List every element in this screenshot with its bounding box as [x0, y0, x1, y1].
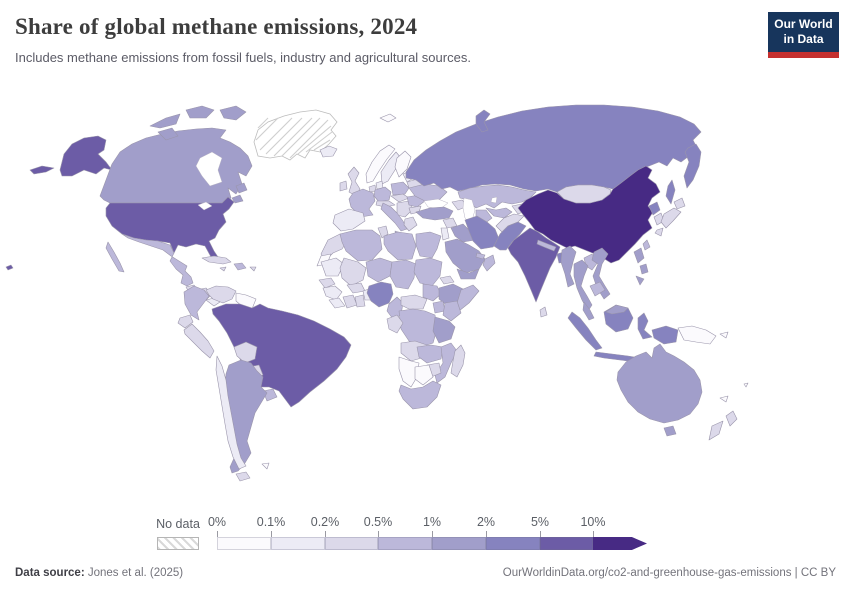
- legend-tick-label-0: 0%: [190, 515, 244, 529]
- no-data-swatch[interactable]: [157, 537, 199, 550]
- map-legend: No data 0% 0.1% 0.2% 0.5% 1% 2% 5% 10%: [0, 512, 850, 560]
- legend-tick-label-1: 0.1%: [244, 515, 298, 529]
- country-iran[interactable]: [465, 216, 499, 249]
- country-canada-arctic-2[interactable]: [186, 106, 214, 118]
- owid-logo-line1: Our World: [768, 17, 839, 32]
- country-colombia[interactable]: [184, 286, 209, 320]
- country-egypt[interactable]: [416, 232, 441, 258]
- country-tierra-del-fuego[interactable]: [236, 472, 250, 481]
- country-kamchatka-russia[interactable]: [684, 144, 701, 188]
- country-west-papua-indonesia[interactable]: [652, 326, 678, 344]
- country-philippines-mindanao[interactable]: [636, 276, 644, 285]
- legend-segment-2[interactable]: [325, 537, 378, 550]
- owid-logo[interactable]: Our World in Data: [768, 12, 839, 58]
- country-sudan[interactable]: [414, 258, 442, 286]
- country-sakhalin-russia[interactable]: [666, 180, 675, 204]
- page-title: Share of global methane emissions, 2024: [15, 14, 615, 40]
- country-germany[interactable]: [374, 187, 391, 202]
- country-south-africa[interactable]: [399, 381, 441, 409]
- data-source-label: Data source:: [15, 567, 85, 579]
- country-jamaica[interactable]: [220, 267, 226, 271]
- data-source-value: Jones et al. (2025): [88, 567, 183, 579]
- country-russia[interactable]: [406, 105, 701, 192]
- country-papua-new-guinea[interactable]: [678, 326, 716, 344]
- attribution-link[interactable]: OurWorldinData.org/co2-and-greenhouse-ga…: [503, 567, 836, 579]
- legend-tick-label-3: 0.5%: [351, 515, 405, 529]
- country-new-zealand-north[interactable]: [726, 411, 737, 426]
- country-niger[interactable]: [366, 258, 392, 282]
- country-hispaniola[interactable]: [234, 263, 246, 270]
- country-sumatra-indonesia[interactable]: [568, 312, 602, 350]
- legend-segment-6[interactable]: [540, 537, 593, 550]
- data-source-line: Data source: Jones et al. (2025): [15, 567, 183, 579]
- country-new-britain[interactable]: [720, 332, 728, 338]
- country-sulawesi-indonesia[interactable]: [638, 313, 652, 339]
- country-philippines-visayas[interactable]: [640, 264, 648, 274]
- country-algeria[interactable]: [340, 230, 382, 261]
- country-new-caledonia[interactable]: [720, 396, 728, 402]
- country-sierra-leone-liberia[interactable]: [329, 298, 345, 308]
- country-new-zealand-south[interactable]: [709, 421, 723, 440]
- country-alaska-us[interactable]: [60, 136, 112, 176]
- country-australia[interactable]: [617, 344, 702, 423]
- legend-segment-0[interactable]: [217, 537, 271, 550]
- country-japan-honshu[interactable]: [661, 208, 681, 228]
- country-peru[interactable]: [184, 324, 214, 358]
- country-philippines-luzon[interactable]: [634, 248, 644, 263]
- country-puerto-rico[interactable]: [250, 267, 256, 271]
- country-chad[interactable]: [390, 260, 416, 289]
- legend-tick-label-5: 2%: [459, 515, 513, 529]
- legend-segment-1[interactable]: [271, 537, 325, 550]
- country-dr-congo[interactable]: [399, 309, 437, 347]
- legend-segment-3[interactable]: [378, 537, 432, 550]
- country-iberia[interactable]: [333, 209, 365, 231]
- country-zambia[interactable]: [417, 345, 443, 363]
- country-botswana[interactable]: [415, 365, 433, 385]
- country-japan-kyushu[interactable]: [655, 228, 663, 236]
- country-canada-arctic-3[interactable]: [220, 106, 246, 120]
- country-oman[interactable]: [483, 255, 495, 271]
- legend-segment-4[interactable]: [432, 537, 486, 550]
- country-poland[interactable]: [391, 182, 409, 195]
- country-sri-lanka[interactable]: [540, 307, 547, 317]
- country-cuba[interactable]: [202, 256, 231, 264]
- legend-color-bar: [217, 537, 647, 550]
- country-eritrea[interactable]: [440, 276, 454, 284]
- country-canada[interactable]: [100, 128, 252, 203]
- country-tanzania[interactable]: [433, 317, 455, 343]
- country-fiji[interactable]: [744, 383, 748, 387]
- country-israel-jordan[interactable]: [441, 228, 449, 240]
- country-japan-hokkaido[interactable]: [674, 198, 685, 209]
- aral-sea: [491, 197, 497, 203]
- page-subtitle: Includes methane emissions from fossil f…: [15, 50, 635, 65]
- country-falklands[interactable]: [262, 463, 269, 469]
- country-kenya[interactable]: [443, 301, 461, 321]
- country-canada-arctic-1[interactable]: [150, 114, 180, 128]
- country-hawaii-us[interactable]: [6, 265, 13, 270]
- country-tasmania[interactable]: [664, 426, 676, 436]
- legend-tick-label-2: 0.2%: [298, 515, 352, 529]
- legend-tick-label-7: 10%: [566, 515, 620, 529]
- country-mali[interactable]: [340, 258, 366, 286]
- country-nigeria[interactable]: [367, 282, 393, 307]
- country-libya[interactable]: [384, 232, 416, 260]
- legend-segment-5[interactable]: [486, 537, 540, 550]
- country-svalbard[interactable]: [380, 114, 396, 122]
- country-baja-mexico[interactable]: [106, 242, 124, 272]
- country-burkina-faso[interactable]: [347, 283, 365, 293]
- legend-arrow-segment[interactable]: [593, 537, 647, 550]
- owid-logo-line2: in Data: [768, 32, 839, 47]
- country-ireland[interactable]: [340, 181, 347, 191]
- country-ghana[interactable]: [355, 295, 365, 307]
- country-turkey[interactable]: [416, 207, 453, 220]
- world-choropleth-map: [0, 0, 850, 600]
- legend-tick-label-4: 1%: [405, 515, 459, 529]
- country-uganda[interactable]: [433, 301, 445, 313]
- country-aleutians-us[interactable]: [30, 166, 54, 174]
- country-taiwan[interactable]: [643, 240, 650, 250]
- legend-tick-label-6: 5%: [513, 515, 567, 529]
